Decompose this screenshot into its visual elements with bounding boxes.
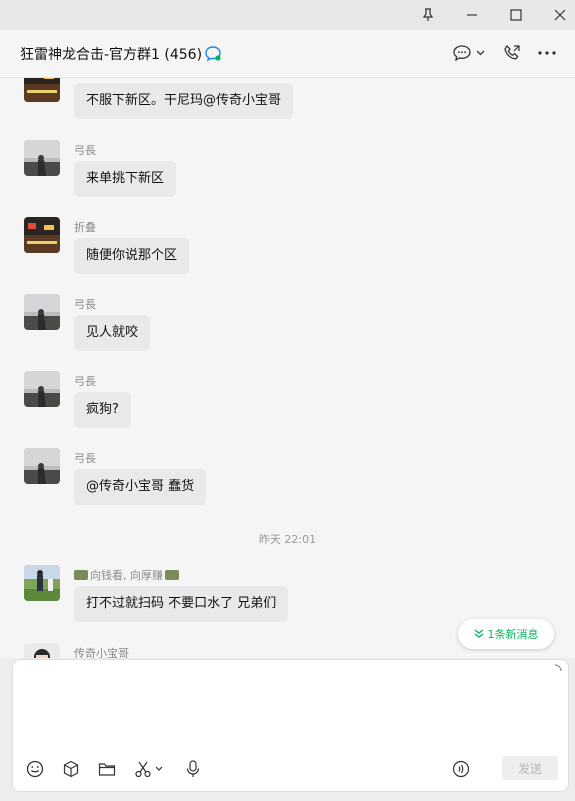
avatar[interactable] — [24, 565, 60, 601]
new-message-label: 1条新消息 — [487, 628, 539, 641]
double-chevron-down-icon — [474, 629, 483, 638]
loading-icon — [554, 664, 562, 672]
avatar[interactable] — [24, 294, 60, 330]
new-message-button[interactable]: 1条新消息 — [458, 619, 554, 649]
sender-name[interactable]: 弓長 — [74, 450, 96, 466]
message-bubble[interactable]: 来单挑下新区 — [74, 161, 177, 197]
message-bubble[interactable]: @传奇小宝哥 蠢货 — [74, 469, 207, 505]
avatar[interactable] — [24, 78, 60, 102]
sender-name: 向钱看, 向厚赚 — [90, 569, 163, 582]
sender-name[interactable]: 弓長 — [74, 373, 96, 389]
badge-icon — [74, 570, 88, 580]
avatar[interactable] — [24, 371, 60, 407]
message-bubble[interactable]: 打不过就扫码 不要口水了 兄弟们 — [74, 586, 289, 622]
close-icon[interactable] — [538, 0, 575, 30]
sender-name[interactable]: 传奇小宝哥 — [74, 645, 129, 658]
badge-icon — [165, 570, 179, 580]
message-bubble[interactable]: 不服下新区。干尼玛@传奇小宝哥 — [74, 83, 294, 119]
microphone-icon[interactable] — [181, 757, 205, 781]
sender-name[interactable]: 折叠 — [74, 219, 96, 235]
maximize-icon[interactable] — [494, 0, 538, 30]
chevron-down-icon[interactable] — [476, 42, 485, 64]
send-button[interactable]: 发送 — [502, 756, 558, 780]
message-composer[interactable]: 发送 — [12, 659, 569, 792]
message-bubble[interactable]: 疯狗? — [74, 392, 131, 428]
sender-name[interactable]: 弓長 — [74, 296, 96, 312]
avatar[interactable] — [24, 448, 60, 484]
emoji-icon[interactable] — [23, 757, 47, 781]
pin-icon[interactable] — [406, 0, 450, 30]
minimize-icon[interactable] — [450, 0, 494, 30]
time-separator: 昨天 22:01 — [258, 533, 317, 546]
message-list[interactable]: 不服下新区。干尼玛@传奇小宝哥 弓長 来单挑下新区 折叠 随便你说那个区 弓長 … — [0, 78, 575, 658]
window-titlebar — [0, 0, 575, 30]
sender-name-row[interactable]: 向钱看, 向厚赚 — [74, 567, 179, 583]
voice-input-icon[interactable] — [449, 757, 473, 781]
scissors-icon[interactable] — [131, 757, 155, 781]
avatar[interactable] — [24, 217, 60, 253]
more-icon[interactable] — [538, 42, 556, 64]
chat-title[interactable]: 狂雷神龙合击-官方群1 (456) — [20, 44, 202, 64]
avatar[interactable] — [24, 643, 60, 658]
avatar[interactable] — [24, 140, 60, 176]
call-icon[interactable] — [503, 42, 521, 64]
chat-header: 狂雷神龙合击-官方群1 (456) — [0, 30, 575, 78]
folder-icon[interactable] — [95, 757, 119, 781]
chevron-down-icon[interactable] — [153, 757, 165, 781]
message-bubble[interactable]: 随便你说那个区 — [74, 238, 190, 274]
message-bubble[interactable]: 见人就咬 — [74, 315, 151, 351]
group-chat-icon — [204, 45, 222, 63]
sender-name[interactable]: 弓長 — [74, 142, 96, 158]
box-icon[interactable] — [59, 757, 83, 781]
chat-bubble-icon[interactable] — [453, 42, 471, 64]
